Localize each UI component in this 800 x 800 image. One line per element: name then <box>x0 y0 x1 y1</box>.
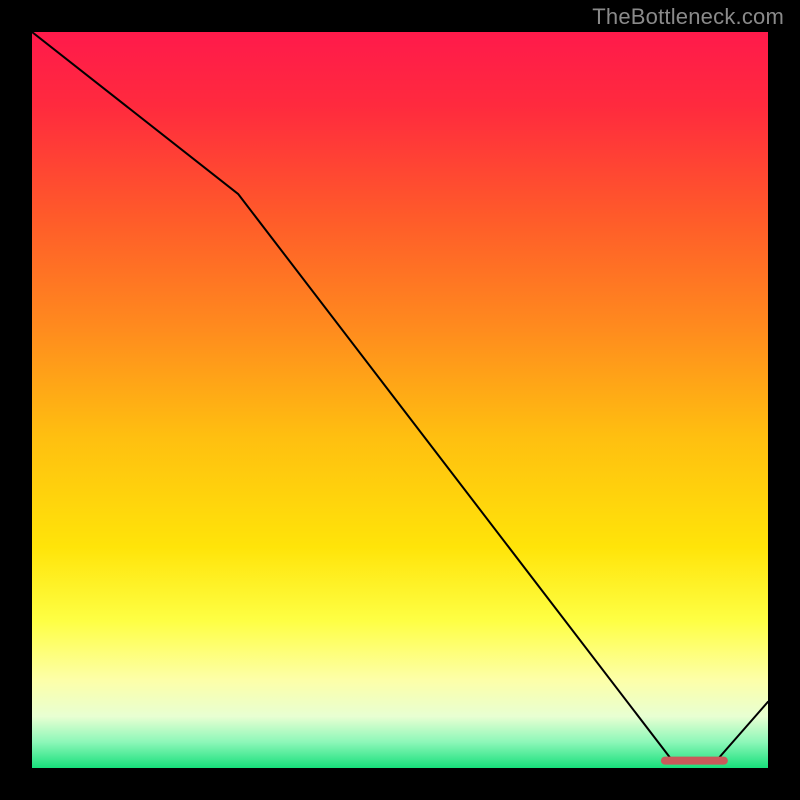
background-gradient <box>32 32 768 768</box>
plot-area <box>32 32 768 768</box>
chart-frame: TheBottleneck.com <box>0 0 800 800</box>
attribution-label: TheBottleneck.com <box>592 4 784 30</box>
